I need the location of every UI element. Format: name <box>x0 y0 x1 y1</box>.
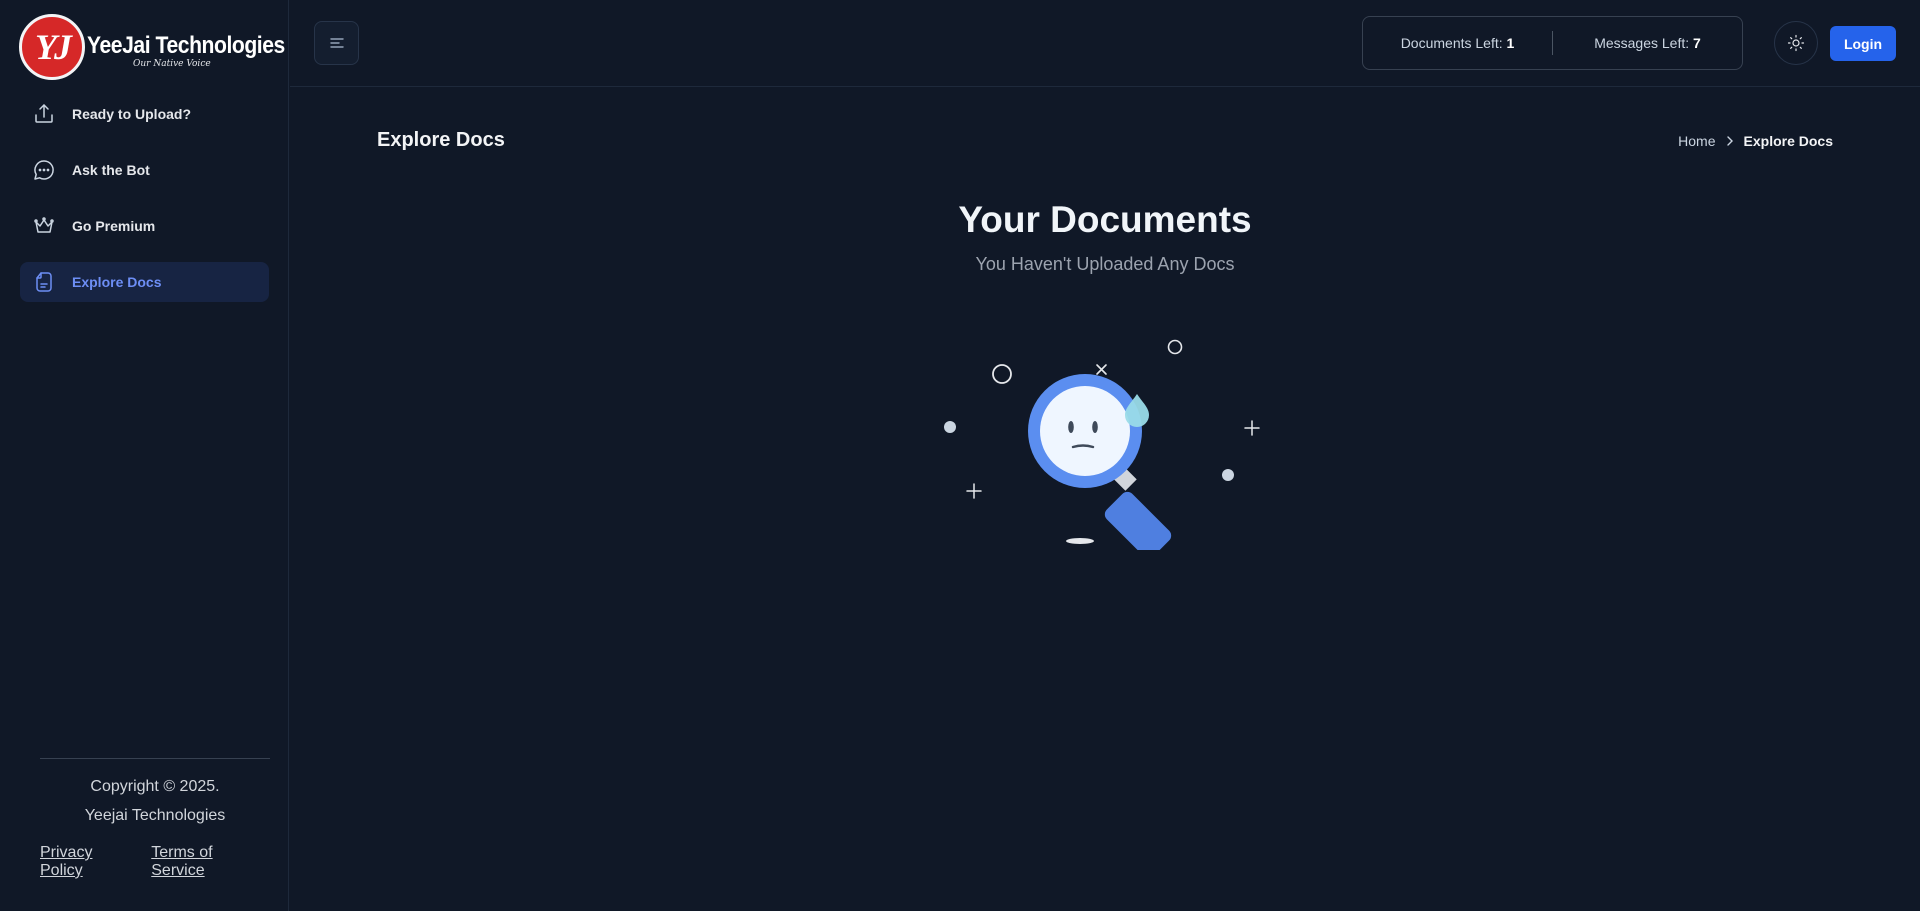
breadcrumb-home-link[interactable]: Home <box>1678 133 1715 149</box>
chevron-right-icon <box>1726 136 1734 146</box>
messages-left-value: 7 <box>1693 35 1701 51</box>
copyright-company: Yeejai Technologies <box>84 807 226 824</box>
decor-dot <box>944 421 956 433</box>
face-eye <box>1092 421 1098 433</box>
brand-logo[interactable]: YJ YeeJai Technologies Our Native Voice <box>19 14 312 80</box>
usage-quota: Documents Left: 1 Messages Left: 7 <box>1362 16 1743 70</box>
privacy-policy-link[interactable]: Privacy Policy <box>40 844 139 880</box>
illustration-shadow <box>1066 538 1094 544</box>
documents-heading: Your Documents <box>958 199 1252 240</box>
brand-name: YeeJai Technologies <box>87 32 285 59</box>
page-title: Explore Docs <box>377 129 505 151</box>
sidebar-item-label: Ready to Upload? <box>72 106 192 122</box>
sun-icon <box>1787 34 1805 52</box>
brand-tagline: Our Native Voice <box>133 59 211 69</box>
breadcrumb-current: Explore Docs <box>1743 133 1833 149</box>
copyright: Copyright © 2025. Yeejai Technologies <box>40 772 270 830</box>
face-eye <box>1068 421 1074 433</box>
upload-icon <box>32 102 56 126</box>
theme-toggle-button[interactable] <box>1774 21 1818 65</box>
chat-icon <box>32 158 56 182</box>
sidebar-footer: Copyright © 2025. Yeejai Technologies Pr… <box>40 758 270 880</box>
decor-plus <box>966 483 982 499</box>
decor-plus <box>1244 420 1260 436</box>
breadcrumb: Home Explore Docs <box>1678 133 1833 149</box>
sidebar-item-label: Explore Docs <box>72 274 162 290</box>
menu-icon <box>329 38 344 48</box>
sidebar-item-ask-the-bot[interactable]: Ask the Bot <box>20 150 269 190</box>
messages-left-label: Messages Left: <box>1594 35 1690 51</box>
login-button[interactable]: Login <box>1830 26 1896 61</box>
sidebar-item-label: Ask the Bot <box>72 162 150 178</box>
empty-search-illustration <box>944 339 1260 550</box>
terms-of-service-link[interactable]: Terms of Service <box>151 844 270 880</box>
sidebar: YJ YeeJai Technologies Our Native Voice … <box>0 0 289 911</box>
legal-links: Privacy Policy Terms of Service <box>40 844 270 880</box>
top-header: Documents Left: 1 Messages Left: 7 Login <box>290 0 1920 87</box>
documents-left-value: 1 <box>1506 35 1515 51</box>
logo-mark: YJ <box>19 14 85 80</box>
menu-toggle-button[interactable] <box>314 21 359 65</box>
decor-cross <box>1096 364 1107 375</box>
documents-empty-message: You Haven't Uploaded Any Docs <box>975 254 1235 274</box>
documents-left: Documents Left: 1 <box>1363 35 1552 51</box>
decor-ring <box>992 364 1012 384</box>
decor-ring <box>1167 339 1183 355</box>
magnifier-glass <box>1040 386 1130 476</box>
sidebar-item-ready-to-upload[interactable]: Ready to Upload? <box>20 94 269 134</box>
copyright-line: Copyright © 2025. <box>90 778 220 795</box>
documents-left-label: Documents Left: <box>1400 35 1503 51</box>
messages-left: Messages Left: 7 <box>1553 35 1742 51</box>
magnifier-handle <box>1104 491 1172 550</box>
decor-dot <box>1222 469 1234 481</box>
logo-text: YeeJai Technologies Our Native Voice <box>87 32 312 70</box>
